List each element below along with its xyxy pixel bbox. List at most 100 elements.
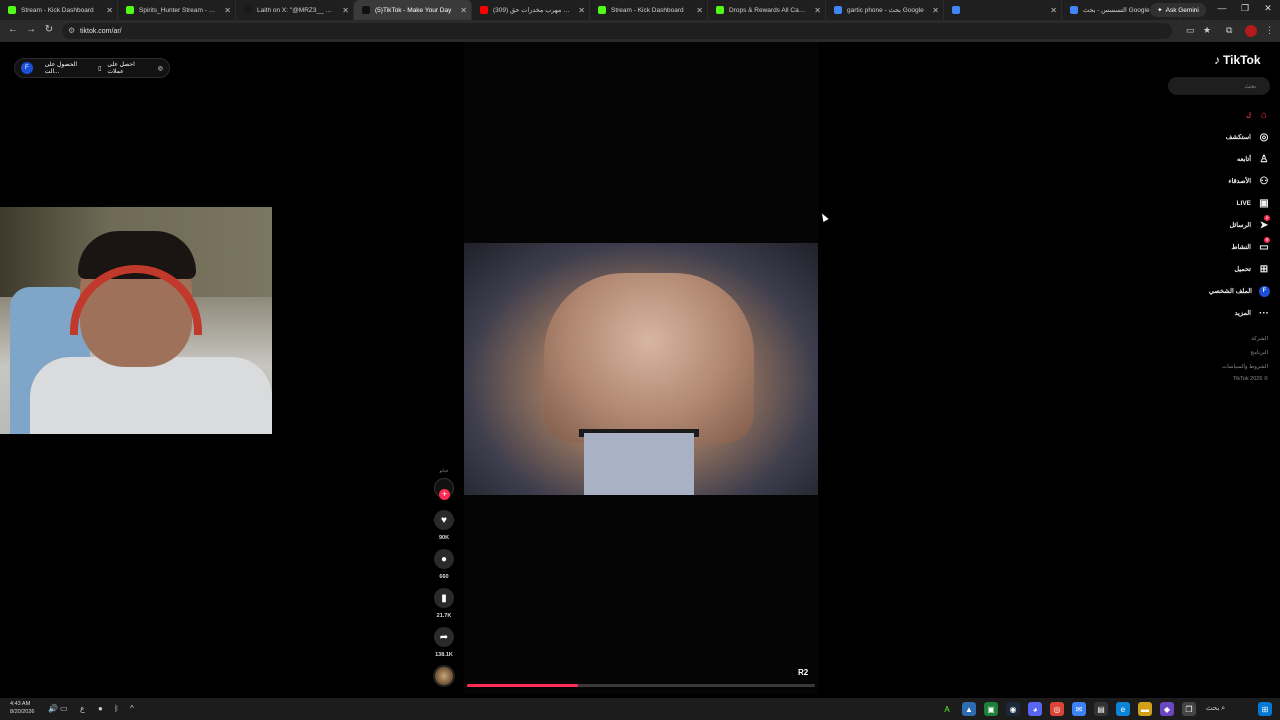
browser-tab[interactable]: Stream - Kick Dashboard ✕ — [590, 0, 708, 20]
search-input[interactable]: بحث — [1168, 77, 1270, 95]
sidebar-nav-item[interactable]: الأصدقاء ⚇ — [1228, 174, 1270, 188]
bookmark-star-icon[interactable]: ★ — [1203, 25, 1211, 36]
forward-icon[interactable]: → — [24, 24, 38, 35]
user-avatar[interactable]: F — [21, 62, 33, 74]
task-view-icon[interactable]: ❐ — [1182, 702, 1196, 716]
green-app-icon[interactable]: ▣ — [984, 702, 998, 716]
sidebar-nav-item[interactable]: تحميل ⊞ — [1234, 262, 1270, 276]
ask-gemini-button[interactable]: ✦ Ask Gemini — [1150, 3, 1206, 17]
install-app-icon[interactable]: ▭ — [1186, 25, 1195, 36]
music-disc-icon[interactable] — [433, 665, 455, 687]
gemini-icon: ✦ — [1157, 7, 1163, 14]
tab-close-icon[interactable]: ✕ — [696, 6, 703, 15]
tab-close-icon[interactable]: ✕ — [342, 6, 349, 15]
site-info-icon[interactable]: ⚙ — [68, 26, 75, 35]
volume-icon[interactable]: 🔊 — [48, 704, 58, 713]
browser-tab[interactable]: Drops & Rewards All Campaig ✕ — [708, 0, 826, 20]
app-icon-a[interactable]: A — [940, 702, 954, 716]
save-action[interactable]: ▮ 21.7K — [434, 588, 454, 619]
nav-label: أتابعه — [1236, 156, 1251, 163]
nav-label: تحميل — [1234, 266, 1251, 273]
discord-app-icon[interactable]: ◕ — [1028, 702, 1042, 716]
tab-favicon-icon — [716, 6, 724, 14]
share-action[interactable]: ➦ 138.1K — [434, 627, 454, 658]
store-app-icon[interactable]: ▤ — [1094, 702, 1108, 716]
get-coins-pill[interactable]: F الحصول على الت... ▯ احصل على عملات ◎ — [14, 58, 170, 78]
close-window-icon[interactable]: ✕ — [1260, 3, 1276, 14]
tab-favicon-icon — [362, 6, 370, 14]
comment-count: 660 — [439, 574, 449, 580]
sidebar-nav-item[interactable]: أتابعه ♙ — [1237, 152, 1270, 166]
tiktok-logo[interactable]: ♪ TikTok — [1214, 53, 1261, 67]
tab-favicon-icon — [8, 6, 16, 14]
tab-favicon-icon — [834, 6, 842, 14]
footer-link[interactable]: الشركة — [1251, 336, 1268, 342]
sidebar-nav-item[interactable]: الملف الشخصي F — [1209, 284, 1270, 298]
menu-kebab-icon[interactable]: ⋮ — [1265, 25, 1274, 36]
minimize-icon[interactable]: — — [1214, 3, 1230, 13]
browser-tab[interactable]: (309) داهمت مهرب مخدرات حق... ✕ — [472, 0, 590, 20]
browser-tab[interactable]: Stream - Kick Dashboard ✕ — [0, 0, 118, 20]
browser-tab[interactable]: (5)TikTok - Make Your Day ✕ — [354, 0, 472, 20]
like-action[interactable]: ♥ 90K — [434, 510, 454, 541]
browser-tab[interactable]: Laith on X: "@MRZ3__ @Auro ✕ — [236, 0, 354, 20]
video-subject-pants — [584, 433, 694, 495]
back-icon[interactable]: ← — [6, 24, 20, 35]
get-coins-label[interactable]: احصل على عملات — [107, 61, 151, 75]
follow-plus-button[interactable]: + — [439, 489, 450, 500]
photos-app-icon[interactable]: ▲ — [962, 702, 976, 716]
browser-tab[interactable]: gartic phone - بحث Google ✕ — [826, 0, 944, 20]
sidebar-nav-item[interactable]: استكشف ◎ — [1226, 130, 1270, 144]
browser-tab[interactable]: Spirits_Hunter Stream - Watch ✕ — [118, 0, 236, 20]
steam-app-icon[interactable]: ◉ — [1006, 702, 1020, 716]
file-explorer-icon[interactable]: ▬ — [1138, 702, 1152, 716]
comment-action[interactable]: ● 660 — [434, 549, 454, 580]
browser-profile-avatar[interactable] — [1245, 25, 1257, 37]
app-icon-purple[interactable]: ◆ — [1160, 702, 1174, 716]
reload-icon[interactable]: ↻ — [42, 24, 56, 35]
comment-icon[interactable]: ● — [434, 549, 454, 569]
tray-chevron-icon[interactable]: ^ — [130, 704, 134, 713]
share-icon[interactable]: ➦ — [434, 627, 454, 647]
nav-icon: ⊞ — [1259, 263, 1269, 275]
sidebar-nav-item[interactable]: ل ⌂ — [1246, 108, 1270, 122]
footer-link[interactable]: TikTok 2026 © — [1233, 376, 1268, 382]
network-icon[interactable]: ▭ — [60, 704, 68, 713]
video-progress-bar[interactable] — [467, 684, 815, 687]
tab-close-icon[interactable]: ✕ — [578, 6, 585, 15]
chrome-app-icon[interactable]: ◎ — [1050, 702, 1064, 716]
bluetooth-icon[interactable]: ᛒ — [114, 704, 119, 713]
tab-close-icon[interactable]: ✕ — [106, 6, 113, 15]
video-quality-label[interactable]: R2 — [798, 668, 808, 677]
heart-icon[interactable]: ♥ — [434, 510, 454, 530]
nav-label: الأصدقاء — [1228, 178, 1251, 185]
tab-close-icon[interactable]: ✕ — [1050, 6, 1057, 15]
address-bar[interactable]: ⚙ tiktok.com/ar/ — [62, 23, 1172, 39]
browser-tab[interactable]: ✕ — [944, 0, 1062, 20]
windows-start-icon[interactable]: ⊞ — [1258, 702, 1272, 716]
footer-link[interactable]: البرنامج — [1250, 350, 1268, 356]
mail-app-icon[interactable]: ✉ — [1072, 702, 1086, 716]
mic-icon[interactable]: ● — [98, 704, 103, 713]
extensions-icon[interactable]: ⧉ — [1226, 25, 1232, 36]
sidebar-nav-item[interactable]: النشاط ▭ 5 — [1231, 237, 1270, 254]
url-text: tiktok.com/ar/ — [80, 27, 122, 35]
sidebar-nav-item[interactable]: LIVE ▣ — [1237, 196, 1270, 210]
restore-icon[interactable]: ❐ — [1237, 3, 1253, 14]
taskbar-search[interactable]: بحث ⌕ — [1206, 704, 1225, 713]
edge-app-icon[interactable]: e — [1116, 702, 1130, 716]
tab-close-icon[interactable]: ✕ — [224, 6, 231, 15]
sidebar-nav-item[interactable]: الرسائل ➤ 2 — [1229, 215, 1270, 232]
get-app-label[interactable]: الحصول على الت... — [45, 61, 92, 75]
creator-name[interactable]: حيانو — [426, 468, 462, 474]
tab-close-icon[interactable]: ✕ — [814, 6, 821, 15]
video-content[interactable] — [464, 243, 818, 495]
bookmark-icon[interactable]: ▮ — [434, 588, 454, 608]
sidebar-nav-item[interactable]: المزيد ··· — [1235, 306, 1270, 320]
tab-close-icon[interactable]: ✕ — [932, 6, 939, 15]
input-language[interactable]: ع — [80, 704, 85, 713]
taskbar-clock[interactable]: 4:43 AM 8/20/2026 — [10, 700, 34, 716]
nav-icon: ◎ — [1259, 131, 1269, 143]
tab-close-icon[interactable]: ✕ — [460, 6, 467, 15]
footer-link[interactable]: الشروط والسياسات — [1222, 364, 1268, 370]
